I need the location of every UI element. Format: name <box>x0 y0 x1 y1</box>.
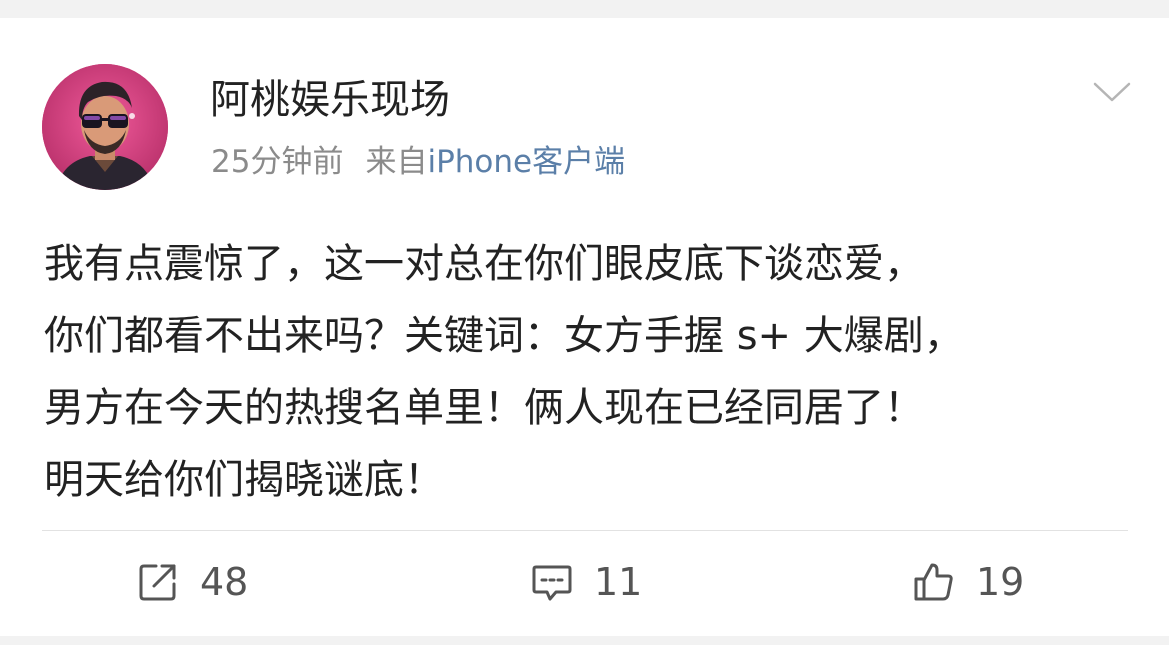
divider <box>42 530 1128 531</box>
post-content: 我有点震惊了，这一对总在你们眼皮底下谈恋爱， 你们都看不出来吗？关键词：女方手握… <box>44 228 1134 516</box>
post-meta: 25分钟前 来自iPhone客户端 <box>211 142 625 182</box>
avatar[interactable] <box>42 64 168 190</box>
content-line: 你们都看不出来吗？关键词：女方手握 s+ 大爆剧， <box>44 313 964 359</box>
content-line: 男方在今天的热搜名单里！俩人现在已经同居了！ <box>44 385 924 431</box>
source-prefix: 来自 <box>365 144 428 180</box>
like-count: 19 <box>976 560 1025 604</box>
share-button[interactable]: 48 <box>136 554 248 610</box>
like-button[interactable]: 19 <box>912 554 1024 610</box>
chevron-down-icon[interactable] <box>1092 80 1132 104</box>
content-line: 我有点震惊了，这一对总在你们眼皮底下谈恋爱， <box>44 241 924 287</box>
author-name[interactable]: 阿桃娱乐现场 <box>210 76 450 124</box>
comment-count: 11 <box>594 560 643 604</box>
source-client-link[interactable]: iPhone客户端 <box>427 144 625 180</box>
content-line: 明天给你们揭晓谜底！ <box>44 457 444 503</box>
comment-icon <box>532 565 572 601</box>
share-icon <box>139 564 176 601</box>
post-time: 25分钟前 <box>211 144 344 180</box>
thumbs-up-icon <box>914 563 953 601</box>
share-count: 48 <box>200 560 249 604</box>
comment-button[interactable]: 11 <box>530 554 642 610</box>
weibo-post-card: 阿桃娱乐现场 25分钟前 来自iPhone客户端 我有点震惊了，这一对总在你们眼皮… <box>0 18 1169 636</box>
